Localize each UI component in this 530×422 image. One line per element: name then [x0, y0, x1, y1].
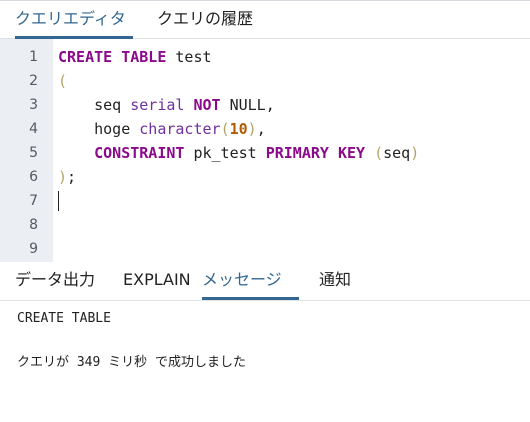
code-token-keyword: NOT	[193, 96, 221, 114]
tab-query-editor-label: クエリエディタ	[15, 9, 126, 28]
output-tab-bar: データ出力 EXPLAIN メッセージ 通知	[0, 262, 530, 301]
code-line: 4 hoge character(10),	[0, 117, 530, 141]
code-text: (	[58, 69, 67, 93]
code-token-plain: seq	[58, 96, 131, 114]
code-token-paren: )	[58, 168, 68, 186]
code-token-paren: (	[58, 72, 68, 90]
code-token-number: 10	[229, 120, 248, 138]
tab-data-output[interactable]: データ出力	[15, 270, 95, 290]
tab-query-history-label: クエリの履歴	[157, 9, 254, 28]
tab-explain[interactable]: EXPLAIN	[123, 270, 191, 290]
tab-explain-label: EXPLAIN	[123, 270, 191, 289]
code-text: CREATE TABLE test	[58, 45, 212, 69]
code-line: 8	[0, 213, 530, 237]
code-token-paren: (	[374, 144, 384, 162]
code-line: 1 CREATE TABLE test	[0, 45, 530, 69]
line-number: 9	[29, 241, 38, 257]
code-line: 7	[0, 189, 530, 213]
tab-data-output-label: データ出力	[15, 270, 96, 289]
line-number: 4	[29, 121, 38, 137]
code-line: 6);	[0, 165, 530, 189]
code-token-plain: pk_test	[184, 144, 266, 162]
messages-panel: CREATE TABLE クエリが 349 ミリ秒 で成功しました	[0, 301, 530, 422]
tab-messages[interactable]: メッセージ	[202, 270, 299, 300]
code-token-type: character	[139, 120, 221, 138]
tab-notifications[interactable]: 通知	[319, 270, 351, 290]
message-line-success: クエリが 349 ミリ秒 で成功しました	[17, 355, 246, 370]
code-token-plain: ;	[67, 168, 77, 186]
active-tab-indicator	[202, 297, 299, 300]
text-cursor	[58, 191, 59, 211]
code-text: seq serial NOT NULL,	[58, 93, 275, 117]
line-number: 5	[29, 145, 38, 161]
code-text: CONSTRAINT pk_test PRIMARY KEY (seq)	[58, 141, 419, 165]
code-token-paren: )	[247, 120, 257, 138]
sql-code-editor[interactable]: 1 CREATE TABLE test 2(3 seq serial NOT NUL…	[0, 39, 530, 262]
code-token-plain: hoge	[58, 120, 140, 138]
code-token-plain: seq	[383, 144, 411, 162]
code-line: 3 seq serial NOT NULL,	[0, 93, 530, 117]
code-line: 2(	[0, 69, 530, 93]
code-token-keyword: CREATE TABLE	[58, 48, 167, 66]
line-number: 6	[29, 169, 38, 185]
code-token-type: serial	[130, 96, 185, 114]
code-text: );	[58, 165, 76, 189]
code-line: 9	[0, 237, 530, 261]
tab-query-editor[interactable]: クエリエディタ	[15, 9, 133, 39]
editor-tab-bar: クエリエディタ クエリの履歴	[0, 1, 530, 39]
line-number: 7	[29, 193, 38, 209]
line-number: 2	[29, 73, 38, 89]
line-number: 1	[29, 49, 38, 65]
code-text: hoge character(10),	[58, 117, 266, 141]
tab-notifications-label: 通知	[319, 270, 352, 289]
message-line-create-table: CREATE TABLE	[17, 311, 111, 326]
code-line: 5 CONSTRAINT pk_test PRIMARY KEY (seq)	[0, 141, 530, 165]
code-token-paren: )	[410, 144, 420, 162]
line-number: 3	[29, 97, 38, 113]
code-token-plain: test	[166, 48, 212, 66]
code-token-paren: (	[220, 120, 230, 138]
code-token-keyword: PRIMARY KEY	[265, 144, 366, 162]
code-token-plain: NULL,	[220, 96, 275, 114]
line-number: 8	[29, 217, 38, 233]
code-token-plain: ,	[256, 120, 266, 138]
code-token-keyword: CONSTRAINT	[94, 144, 185, 162]
tab-messages-label: メッセージ	[202, 270, 282, 289]
tab-query-history[interactable]: クエリの履歴	[157, 9, 253, 29]
